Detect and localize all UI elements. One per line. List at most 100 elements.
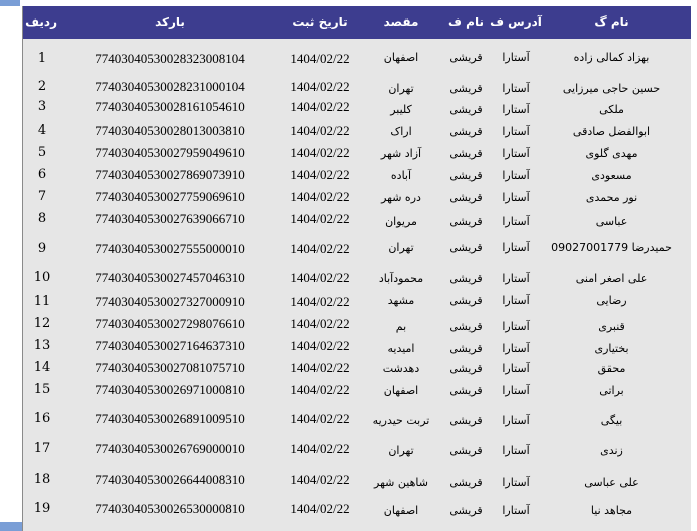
date-cell: 1404/02/22 (290, 441, 350, 456)
sender-name-cell: قریشی (449, 414, 483, 427)
sender-name-cell: قریشی (449, 272, 483, 285)
header-recipient-name: نام گ (594, 15, 629, 29)
destination-cell: دهدشت (382, 362, 420, 375)
recipient-name-cell: قنبری (598, 320, 625, 333)
row-number-cell: 15 (33, 382, 51, 397)
recipient-name-cell: علی اصغر امنی (575, 272, 648, 285)
sender-name-cell: قریشی (449, 476, 483, 489)
sender-address-cell: آستارا (502, 103, 530, 116)
barcode-cell: 77403040530026530000810 (95, 501, 245, 516)
recipient-name-cell: عباسی (595, 215, 628, 228)
row-number-cell: 18 (33, 472, 51, 487)
destination-cell: تهران (388, 82, 414, 95)
row-number-cell: 7 (37, 189, 47, 204)
table-row: 16 77403040530026891009510 1404/02/22 تربت … (23, 404, 692, 434)
date-cell: 1404/02/22 (290, 167, 350, 182)
destination-cell: اصفهان (383, 384, 419, 397)
sender-address-cell: آستارا (502, 169, 530, 182)
header-date: تاریخ ثبت (292, 15, 348, 29)
sender-address-cell: آستارا (502, 51, 530, 64)
recipient-name-cell: ابوالفضل صادقی (572, 125, 651, 138)
recipient-name-cell: زندی (600, 444, 623, 457)
recipient-name-cell: رضایی (596, 294, 627, 307)
header-sender-name: نام ف (448, 15, 484, 29)
sender-name-cell: قریشی (449, 147, 483, 160)
sender-address-cell: آستارا (502, 147, 530, 160)
table-row: 3 77403040530028161054610 1404/02/22 کلیبر ق… (23, 95, 692, 119)
sender-address-cell: آستارا (502, 504, 530, 517)
table-row: 12 77403040530027298076610 1404/02/22 بم قری… (23, 312, 692, 334)
destination-cell: آباده (390, 169, 412, 182)
sender-name-cell: قریشی (449, 103, 483, 116)
date-cell: 1404/02/22 (290, 145, 350, 160)
header-sender-address: آدرس ف (490, 15, 542, 29)
table-header-row: ردیف بارکد تاریخ ثبت مقصد نام ف آدرس ف ن… (23, 6, 692, 39)
barcode-cell: 77403040530028013003810 (95, 123, 245, 138)
row-number-cell: 1 (37, 51, 47, 66)
left-top-marker (0, 0, 20, 6)
destination-cell: کلیبر (390, 103, 412, 116)
barcode-cell: 77403040530028323008104 (95, 51, 245, 66)
recipient-name-cell: مجاهد نیا (590, 504, 633, 517)
row-number-cell: 5 (37, 145, 47, 160)
row-number-cell: 6 (37, 167, 47, 182)
barcode-cell: 77403040530027081075710 (95, 360, 245, 375)
table-row: 5 77403040530027959049610 1404/02/22 آزاد ش… (23, 141, 692, 163)
date-cell: 1404/02/22 (290, 472, 350, 487)
barcode-cell: 77403040530027457046310 (95, 270, 245, 285)
date-cell: 1404/02/22 (290, 501, 350, 516)
sender-name-cell: قریشی (449, 191, 483, 204)
row-number-cell: 16 (33, 411, 51, 426)
sender-address-cell: آستارا (502, 384, 530, 397)
destination-cell: تهران (388, 444, 414, 457)
table-row: 14 77403040530027081075710 1404/02/22 دهدشت… (23, 356, 692, 378)
table-row: 7 77403040530027759069610 1404/02/22 دره شه… (23, 185, 692, 207)
barcode-cell: 77403040530026971000810 (95, 382, 245, 397)
date-cell: 1404/02/22 (290, 211, 350, 226)
barcode-cell: 77403040530027555000010 (95, 241, 245, 256)
barcode-cell: 77403040530027164637310 (95, 338, 245, 353)
sender-name-cell: قریشی (449, 504, 483, 517)
header-destination: مقصد (383, 15, 419, 29)
shipment-report-sheet: ردیف بارکد تاریخ ثبت مقصد نام ف آدرس ف ن… (22, 6, 692, 531)
barcode-cell: 77403040530027327000910 (95, 294, 245, 309)
recipient-name-cell: بهزاد کمالی زاده (573, 51, 650, 64)
destination-cell: محمودآباد (378, 272, 424, 285)
barcode-cell: 77403040530028231000104 (95, 79, 245, 94)
destination-cell: مریوان (385, 215, 417, 228)
barcode-cell: 77403040530027959049610 (95, 145, 245, 160)
row-number-cell: 13 (33, 338, 51, 353)
date-cell: 1404/02/22 (290, 270, 350, 285)
table-row: 15 77403040530026971000810 1404/02/22 اصفها… (23, 378, 692, 404)
sender-name-cell: قریشی (449, 362, 483, 375)
sender-name-cell: قریشی (449, 444, 483, 457)
destination-cell: بم (395, 320, 407, 333)
sender-address-cell: آستارا (502, 294, 530, 307)
destination-cell: تهران (388, 241, 414, 254)
destination-cell: اصفهان (383, 51, 419, 64)
sender-address-cell: آستارا (502, 342, 530, 355)
barcode-cell: 77403040530028161054610 (95, 99, 245, 114)
recipient-name-cell: ملکی (599, 103, 624, 116)
sender-address-cell: آستارا (502, 414, 530, 427)
recipient-name-cell: بیگی (600, 414, 623, 427)
row-number-cell: 3 (37, 99, 47, 114)
sender-name-cell: قریشی (449, 384, 483, 397)
right-margin (691, 0, 697, 531)
header-row-number: ردیف (25, 15, 57, 29)
date-cell: 1404/02/22 (290, 316, 350, 331)
recipient-name-cell: علی عباسی (584, 476, 639, 489)
barcode-cell: 77403040530026644008310 (95, 472, 245, 487)
table-row: 17 77403040530026769000010 1404/02/22 تهران… (23, 434, 692, 464)
sender-name-cell: قریشی (449, 215, 483, 228)
row-number-cell: 8 (37, 211, 47, 226)
row-number-cell: 11 (33, 294, 51, 309)
left-bottom-marker (0, 522, 22, 531)
sender-name-cell: قریشی (449, 125, 483, 138)
row-number-cell: 4 (37, 123, 47, 138)
date-cell: 1404/02/22 (290, 241, 350, 256)
table-row: 2 77403040530028231000104 1404/02/22 تهران ق… (23, 70, 692, 95)
recipient-name-cell: مهدی گلوی (585, 147, 638, 160)
barcode-cell: 77403040530027869073910 (95, 167, 245, 182)
barcode-cell: 77403040530027639066710 (95, 211, 245, 226)
